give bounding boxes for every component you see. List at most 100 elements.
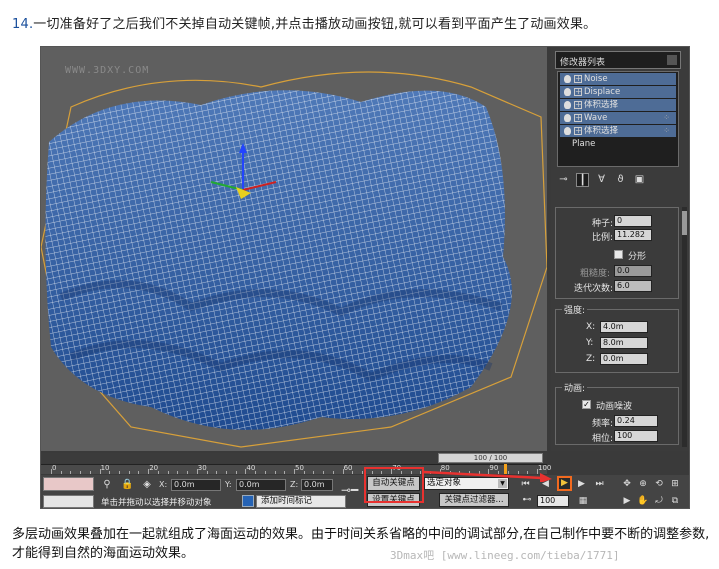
current-frame-input[interactable]: 100	[537, 495, 569, 507]
track-number: 0	[52, 464, 57, 472]
strength-z-label: Z:	[586, 354, 596, 364]
time-slider[interactable]: 100 / 100	[41, 453, 547, 463]
strength-y-label: Y:	[586, 338, 594, 348]
script-mini[interactable]	[43, 495, 94, 508]
make-unique-icon[interactable]: ∀	[595, 173, 608, 187]
expand-icon[interactable]: +	[574, 75, 582, 83]
modifier-list-dropdown[interactable]: 修改器列表	[555, 51, 681, 69]
pin-icon[interactable]: ⚲	[101, 479, 113, 491]
scale-input[interactable]: 11.282	[614, 229, 652, 241]
animation-rollout: 动画: ✓ 动画噪波 频率: 0.24 相位: 100	[555, 381, 679, 445]
track-tick	[138, 471, 140, 474]
expand-icon[interactable]: +	[574, 88, 582, 96]
stack-item-plane[interactable]: Plane	[560, 138, 676, 150]
maximize-viewport-icon[interactable]: ⧉	[669, 495, 681, 507]
iterations-input[interactable]: 6.0	[614, 280, 652, 292]
time-config-icon[interactable]: ▦	[577, 495, 589, 507]
field-of-view-icon[interactable]: ▶	[621, 495, 633, 507]
y-coord-input[interactable]: 0.0m	[236, 479, 286, 491]
zoom-all-icon[interactable]: ⊕	[637, 478, 649, 490]
listener-mini[interactable]	[43, 477, 94, 491]
perspective-viewport[interactable]: WWW.3DXY.COM	[41, 47, 547, 451]
lightbulb-icon[interactable]	[564, 114, 571, 122]
stack-item-vol-select-2[interactable]: + 体积选择 ⁘	[560, 125, 676, 137]
fractal-checkbox[interactable]	[614, 250, 623, 259]
track-tick	[362, 471, 364, 474]
source-credit: 3Dmax吧 [www.lineeg.com/tieba/1771]	[390, 549, 620, 562]
absolute-mode-icon[interactable]: ◈	[141, 479, 153, 491]
dots-icon: ⁘	[663, 126, 670, 135]
strength-rollout: 强度: X: 4.0m Y: 8.0m Z: 0.0m	[555, 303, 679, 373]
track-tick	[60, 471, 62, 474]
max-screenshot: WWW.3DXY.COM 修改器列表 + Noise + Displace + 体积选…	[40, 46, 690, 509]
stack-item-displace[interactable]: + Displace	[560, 86, 676, 98]
strength-z-input[interactable]: 0.0m	[600, 353, 648, 365]
track-number: 20	[149, 464, 159, 472]
frequency-input[interactable]: 0.24	[614, 415, 658, 427]
zoom-extents-icon[interactable]: ⊞	[669, 478, 681, 490]
time-tag-icon[interactable]	[242, 495, 254, 507]
scale-label: 比例:	[592, 233, 614, 243]
play-animation-button[interactable]: ▶	[557, 476, 572, 491]
animate-noise-checkbox[interactable]: ✓	[582, 400, 591, 409]
add-time-tag-button[interactable]: 添加时间标记	[256, 495, 346, 508]
configure-sets-icon[interactable]: ▣	[633, 173, 646, 187]
highlight-arrow-icon	[424, 470, 552, 482]
remove-modifier-icon[interactable]: ϑ	[614, 173, 627, 187]
animation-title: 动画:	[562, 381, 588, 394]
animate-noise-label: 动画噪波	[596, 402, 633, 412]
x-coord-input[interactable]: 0.0m	[171, 479, 221, 491]
panel-scrollbar[interactable]	[682, 207, 687, 447]
seed-input[interactable]: 0	[614, 215, 652, 227]
track-tick	[177, 471, 179, 474]
stack-item-label: Wave	[584, 113, 608, 123]
strength-x-input[interactable]: 4.0m	[600, 321, 648, 333]
track-tick	[167, 471, 169, 474]
scrollbar-thumb[interactable]	[682, 211, 687, 235]
track-tick	[89, 471, 91, 474]
modifier-stack: + Noise + Displace + 体积选择 + Wave ⁘ + 体积选择 ⁘ Pla…	[557, 71, 679, 167]
seed-label: 种子:	[592, 219, 614, 229]
stack-item-wave[interactable]: + Wave ⁘	[560, 112, 676, 124]
key-mode-icon[interactable]: ⊷	[521, 495, 533, 507]
track-tick	[274, 471, 276, 474]
show-end-result-icon[interactable]: ┃	[576, 173, 589, 187]
track-tick	[80, 471, 82, 474]
zoom-icon[interactable]: ✥	[621, 478, 633, 490]
expand-icon[interactable]: +	[574, 114, 582, 122]
orbit-icon[interactable]: ⟲	[653, 478, 665, 490]
stack-item-label: Displace	[584, 87, 621, 97]
auto-key-highlight	[364, 467, 424, 503]
track-tick	[187, 471, 189, 474]
lightbulb-icon[interactable]	[564, 101, 571, 109]
expand-icon[interactable]: +	[574, 101, 582, 109]
track-tick	[70, 471, 72, 474]
phase-input[interactable]: 100	[614, 430, 658, 442]
lightbulb-icon[interactable]	[564, 88, 571, 96]
stack-toolbar: ⊸ ┃ ∀ ϑ ▣	[557, 173, 679, 189]
pin-stack-icon[interactable]: ⊸	[557, 173, 570, 187]
y-coord-label: Y:	[225, 480, 232, 489]
viewport-watermark: WWW.3DXY.COM	[65, 65, 150, 76]
roughness-input[interactable]: 0.0	[614, 265, 652, 277]
status-prompt: 单击并拖动以选择并移动对象	[101, 498, 212, 508]
lock-icon[interactable]: 🔒	[121, 479, 133, 491]
stack-item-noise[interactable]: + Noise	[560, 73, 676, 85]
stack-item-label: Plane	[572, 139, 596, 149]
lightbulb-icon[interactable]	[564, 75, 571, 83]
chevron-down-icon	[667, 55, 677, 65]
pan-icon[interactable]: ✋	[637, 495, 649, 507]
arc-rotate-icon[interactable]: ⤾	[653, 495, 665, 507]
lightbulb-icon[interactable]	[564, 127, 571, 135]
expand-icon[interactable]: +	[574, 127, 582, 135]
next-frame-icon[interactable]: ▶	[575, 478, 588, 490]
z-coord-label: Z:	[290, 480, 299, 489]
go-to-end-icon[interactable]: ⏭	[593, 478, 606, 490]
strength-y-input[interactable]: 8.0m	[600, 337, 648, 349]
track-number: 40	[246, 464, 256, 472]
key-filters-button[interactable]: 关键点过滤器...	[439, 493, 509, 507]
time-slider-thumb[interactable]: 100 / 100	[438, 453, 543, 463]
z-coord-input[interactable]: 0.0m	[301, 479, 333, 491]
track-tick	[216, 471, 218, 474]
stack-item-vol-select-1[interactable]: + 体积选择	[560, 99, 676, 111]
